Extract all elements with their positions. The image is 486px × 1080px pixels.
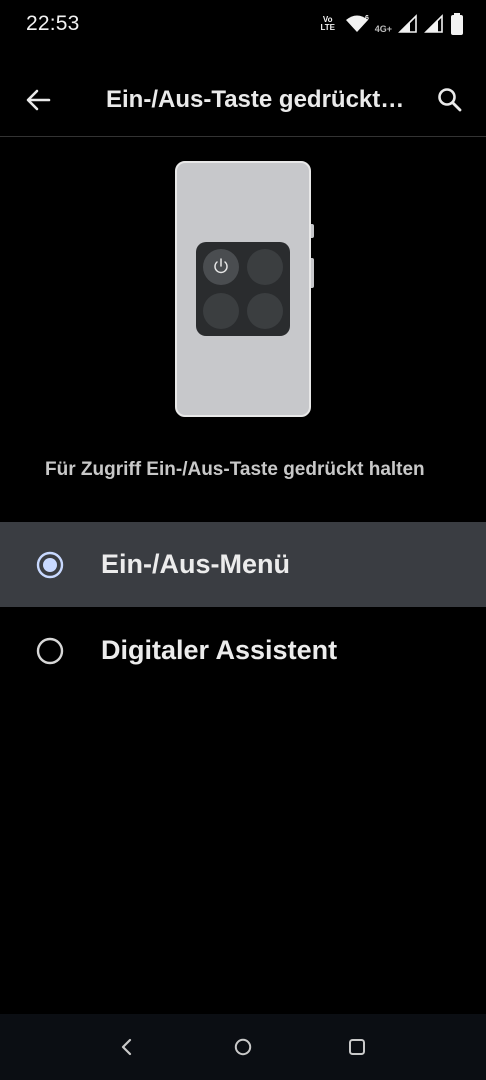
status-time: 22:53 <box>26 12 80 35</box>
phone-illustration <box>175 161 314 417</box>
search-button[interactable] <box>432 82 468 118</box>
option-label: Ein-/Aus-Menü <box>101 549 290 579</box>
signal-icon-2 <box>424 14 443 33</box>
status-bar: 22:53 Vo LTE 6 4G+ <box>0 0 486 48</box>
option-digital-assistant[interactable]: Digitaler Assistent <box>0 608 486 693</box>
nav-home-button[interactable] <box>228 1032 258 1062</box>
status-icons: Vo LTE 6 4G+ <box>317 10 464 38</box>
svg-text:6: 6 <box>365 15 369 22</box>
app-bar: Ein-/Aus-Taste gedrückt halten <box>0 64 486 137</box>
page-title: Ein-/Aus-Taste gedrückt halten <box>106 86 406 113</box>
battery-icon <box>451 13 463 35</box>
arrow-back-icon <box>26 89 51 111</box>
option-label: Digitaler Assistent <box>101 635 338 665</box>
navigation-bar <box>0 1014 486 1080</box>
radio-selected-icon[interactable] <box>36 551 64 579</box>
back-button[interactable] <box>20 82 56 118</box>
volte-icon: Vo LTE <box>320 15 335 32</box>
nav-back-button[interactable] <box>112 1032 142 1062</box>
recents-icon <box>349 1039 365 1055</box>
wifi-icon: 6 <box>345 15 369 32</box>
nav-recents-button[interactable] <box>342 1032 372 1062</box>
option-power-menu[interactable]: Ein-/Aus-Menü <box>0 522 486 607</box>
network-type-label: 4G+ <box>374 24 392 34</box>
home-icon <box>234 1038 252 1056</box>
description-text: Für Zugriff Ein-/Aus-Taste gedrückt halt… <box>45 459 425 480</box>
search-icon <box>438 88 462 112</box>
back-icon <box>121 1038 132 1056</box>
signal-icon <box>398 14 417 33</box>
radio-unselected-icon[interactable] <box>36 637 64 665</box>
